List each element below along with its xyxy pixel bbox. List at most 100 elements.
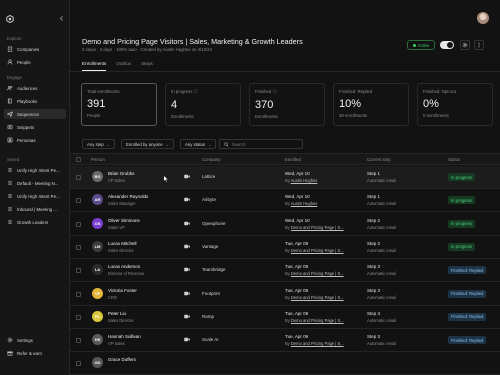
collapse-sidebar-icon[interactable] [58, 15, 65, 22]
enrolled-by-link[interactable]: Demo and Pricing Page | S... [291, 341, 344, 346]
stat-sub: Enrollments [171, 114, 194, 119]
company-name[interactable]: Openphone [202, 221, 226, 226]
active-toggle[interactable] [440, 41, 454, 49]
column-company[interactable]: Company [202, 157, 220, 162]
table-row[interactable]: HS Hannah Sullivan VP Sales Scale AI Tue, Ap… [70, 329, 500, 353]
enrolled-by-link[interactable]: Austin Hughes [291, 178, 318, 183]
settings-button[interactable] [460, 40, 470, 50]
enrolled-by-link[interactable]: Demo and Pricing Page | S... [291, 271, 344, 276]
saved-item[interactable]: Default - Meeting N... [4, 178, 66, 188]
table-row[interactable]: GD Grace Duffers [70, 352, 500, 375]
saved-item-label: Default - Meeting N... [17, 180, 59, 186]
column-status[interactable]: Status [448, 157, 460, 162]
row-checkbox[interactable] [76, 314, 81, 320]
video-icon[interactable] [184, 337, 190, 342]
sidebar-item-audiences[interactable]: Audiences [4, 83, 66, 93]
stat-sub: Enrollments [255, 114, 278, 119]
company-name[interactable]: Scale AI [202, 337, 219, 342]
row-checkbox[interactable] [76, 291, 81, 297]
row-checkbox[interactable] [76, 361, 81, 367]
person-icon [7, 59, 13, 65]
column-current-step[interactable]: Current step [367, 157, 391, 162]
person-name[interactable]: Peter Liu [108, 311, 126, 316]
current-step-type: Automatic email [367, 224, 397, 230]
table-row[interactable]: LA Lucas Anderson Director of Revenue Teamb… [70, 259, 500, 283]
avatar: HS [92, 334, 103, 346]
video-icon[interactable] [184, 197, 190, 202]
company-name[interactable]: Airbyte [202, 197, 216, 202]
step-filter[interactable]: Any step ⌄ [82, 139, 116, 149]
company-name[interactable]: Ramp [202, 314, 214, 319]
saved-item[interactable]: Unify High Intent Pe... [4, 191, 66, 201]
person-name[interactable]: Oliver Simmons [108, 218, 140, 223]
video-icon[interactable] [184, 174, 190, 179]
person-name[interactable]: Lucas Mitchell [108, 241, 137, 246]
table-row[interactable]: AR Alexander Reynolds Sales Manager Airbyte… [70, 189, 500, 213]
video-icon[interactable] [184, 314, 190, 319]
video-icon[interactable] [184, 221, 190, 226]
sidebar-item-refer[interactable]: Refer & earn [4, 348, 66, 358]
video-icon[interactable] [184, 244, 190, 249]
person-name[interactable]: Brian Grubbs [108, 171, 135, 176]
company-name[interactable]: Vantage [202, 244, 218, 249]
row-checkbox[interactable] [76, 175, 81, 180]
person-name[interactable]: Victoria Foster [108, 288, 137, 293]
row-checkbox[interactable] [76, 221, 81, 227]
row-checkbox[interactable] [76, 198, 81, 204]
saved-item[interactable]: Growth Leaders [4, 217, 66, 227]
person-name[interactable]: Grace Duffers [108, 357, 136, 362]
column-person[interactable]: Person [91, 157, 105, 162]
stat-card-replied[interactable]: Finished: Replied 10% 39 enrollments [333, 83, 409, 126]
stat-card-in-progress[interactable]: In progress ⓘ 4 Enrollments [165, 83, 241, 126]
more-button[interactable] [474, 40, 484, 50]
avatar: LA [92, 264, 103, 276]
enrolled-by-link[interactable]: Austin Hughes [291, 201, 318, 206]
row-checkbox[interactable] [76, 244, 81, 250]
saved-item[interactable]: Unify High Intent Pe... [4, 165, 66, 175]
enrolled-by-link[interactable]: Demo and Pricing Page | S... [291, 225, 344, 230]
stat-card-finished[interactable]: Finished ⓘ 370 Enrollments [249, 83, 325, 126]
stat-card-total[interactable]: Total enrollments 391 People [81, 83, 157, 126]
sidebar-item-personas[interactable]: Personas [4, 135, 66, 145]
sidebar-item-settings[interactable]: Settings [4, 335, 66, 345]
table-row[interactable]: LM Lucas Mitchell Sales Director Vantage Tue… [70, 236, 500, 259]
person-title: Sales VP [108, 224, 125, 230]
enrolled-by-link[interactable]: Demo and Pricing Page | S... [291, 318, 344, 323]
video-icon[interactable] [184, 267, 190, 272]
table-row[interactable]: VF Victoria Foster CRO Footprint Tue, Apr 09… [70, 283, 500, 306]
sidebar-item-companies[interactable]: Companies [4, 44, 66, 54]
table-row[interactable]: PL Peter Liu Sales Director Ramp Tue, Apr 09… [70, 306, 500, 329]
company-name[interactable]: Teambridge [202, 267, 226, 272]
row-checkbox[interactable] [76, 338, 81, 344]
sidebar-item-sequences[interactable]: Sequences [4, 109, 66, 119]
tab-steps[interactable]: Steps [141, 61, 153, 71]
sidebar-item-people[interactable]: People [4, 57, 66, 67]
enrolled-by-link[interactable]: Demo and Pricing Page | S... [291, 295, 344, 300]
tab-outbox[interactable]: Outbox [116, 61, 131, 71]
column-enrolled[interactable]: Enrolled [285, 157, 301, 162]
user-avatar[interactable] [477, 12, 489, 24]
current-step: Step 1 [367, 194, 381, 200]
company-name[interactable]: Footprint [202, 291, 220, 296]
status-badge: Finished: Replied [448, 336, 487, 345]
person-name[interactable]: Hannah Sullivan [108, 334, 141, 339]
sidebar-item-snippets[interactable]: Snippets [4, 122, 66, 132]
search-input[interactable] [231, 141, 298, 147]
saved-item[interactable]: Inbound | Meeting ... [4, 204, 66, 214]
person-name[interactable]: Lucas Anderson [108, 264, 140, 269]
enrolled-by-filter[interactable]: Enrolled by anyone ⌄ [121, 139, 175, 149]
table-row[interactable]: BG Brian Grubbs VP Sales Lattice Wed, Apr 10… [70, 166, 500, 189]
status-label: Active [417, 42, 430, 48]
tab-enrollments[interactable]: Enrollments [82, 61, 107, 71]
stat-card-opt-out[interactable]: Finished: Opt-out 0% 0 enrollments [417, 83, 493, 126]
row-checkbox[interactable] [76, 268, 81, 274]
table-row[interactable]: OS Oliver Simmons Sales VP Openphone Wed, Ap… [70, 213, 500, 236]
person-name[interactable]: Alexander Reynolds [108, 194, 148, 199]
enrolled-by-link[interactable]: Demo and Pricing Page | S... [291, 248, 344, 253]
person-title: Sales Manager [108, 201, 136, 207]
status-filter[interactable]: Any status ⌄ [180, 139, 217, 149]
select-all-checkbox[interactable] [76, 157, 81, 162]
sidebar-item-playbooks[interactable]: Playbooks [4, 96, 66, 106]
company-name[interactable]: Lattice [202, 174, 215, 179]
video-icon[interactable] [184, 291, 190, 296]
